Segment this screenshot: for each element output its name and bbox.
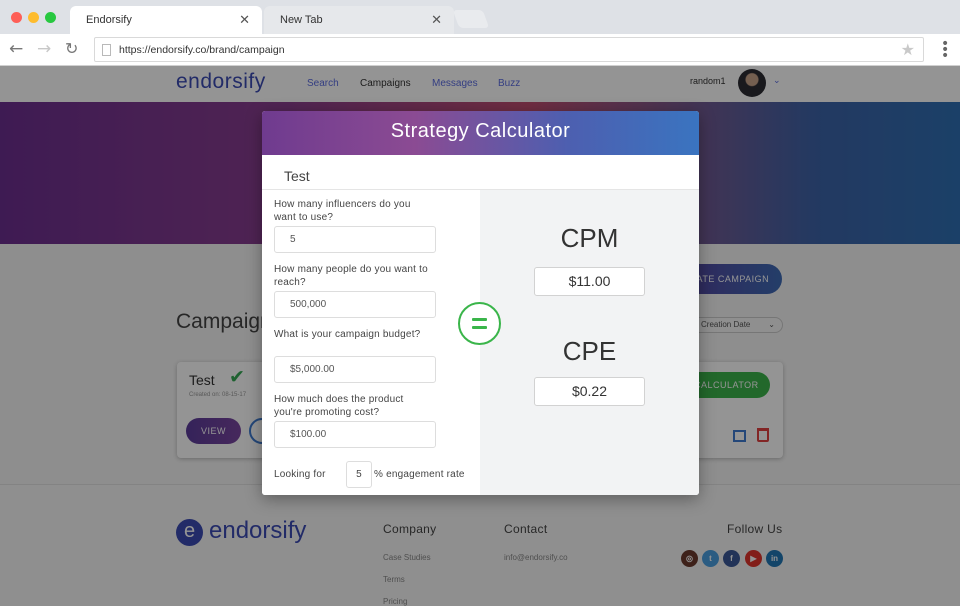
- campaign-name: Test: [284, 168, 310, 184]
- tab-title: New Tab: [280, 14, 323, 26]
- equals-bar-bottom: [472, 326, 487, 329]
- new-tab-button[interactable]: [452, 10, 490, 28]
- browser-tab-endorsify[interactable]: Endorsify ✕: [70, 6, 262, 34]
- maximize-window-button[interactable]: [45, 12, 56, 23]
- strategy-calculator-modal: Strategy Calculator Test How many influe…: [262, 111, 699, 495]
- back-arrow-icon[interactable]: ←: [9, 39, 23, 59]
- influencers-input[interactable]: 5: [274, 226, 436, 253]
- url-text: https://endorsify.co/brand/campaign: [119, 44, 285, 56]
- tab-title: Endorsify: [86, 14, 132, 26]
- browser-toolbar: ← → ↻ https://endorsify.co/brand/campaig…: [0, 34, 960, 66]
- influencers-label: How many influencers do you want to use?: [274, 199, 411, 223]
- cpm-label: CPM: [560, 223, 619, 253]
- budget-input[interactable]: $5,000.00: [274, 356, 436, 383]
- browser-tab-strip: Endorsify ✕ New Tab ✕: [0, 0, 960, 34]
- equals-icon: [458, 302, 501, 345]
- modal-title: Strategy Calculator: [390, 120, 571, 142]
- equals-bar-top: [472, 318, 487, 321]
- forward-arrow-icon[interactable]: →: [37, 39, 51, 59]
- minimize-window-button[interactable]: [28, 12, 39, 23]
- address-bar[interactable]: https://endorsify.co/brand/campaign ★: [94, 37, 924, 62]
- engagement-prefix: Looking for: [274, 469, 326, 480]
- close-icon[interactable]: ✕: [431, 12, 442, 28]
- close-icon[interactable]: ✕: [239, 12, 250, 28]
- browser-menu-icon[interactable]: • • •: [941, 37, 949, 63]
- browser-tab-new-tab[interactable]: New Tab ✕: [264, 6, 454, 34]
- reload-icon[interactable]: ↻: [65, 39, 78, 59]
- engagement-rate-input[interactable]: 5: [346, 461, 372, 488]
- cpm-value: $11.00: [534, 267, 645, 296]
- reach-input[interactable]: 500,000: [274, 291, 436, 318]
- cpe-value: $0.22: [534, 377, 645, 406]
- product-cost-input[interactable]: $100.00: [274, 421, 436, 448]
- budget-label: What is your campaign budget?: [274, 329, 421, 340]
- modal-header: Strategy Calculator: [262, 111, 699, 156]
- calculator-inputs: How many influencers do you want to use?…: [262, 190, 480, 495]
- page-icon: [102, 44, 111, 56]
- reach-label: How many people do you want to reach?: [274, 264, 428, 288]
- cpe-label: CPE: [562, 336, 617, 366]
- engagement-suffix: % engagement rate: [374, 469, 465, 480]
- calculator-results: CPM $11.00 CPE $0.22: [480, 190, 699, 495]
- product-cost-label: How much does the product you're promoti…: [274, 394, 404, 418]
- bookmark-star-icon[interactable]: ★: [901, 40, 915, 59]
- close-window-button[interactable]: [11, 12, 22, 23]
